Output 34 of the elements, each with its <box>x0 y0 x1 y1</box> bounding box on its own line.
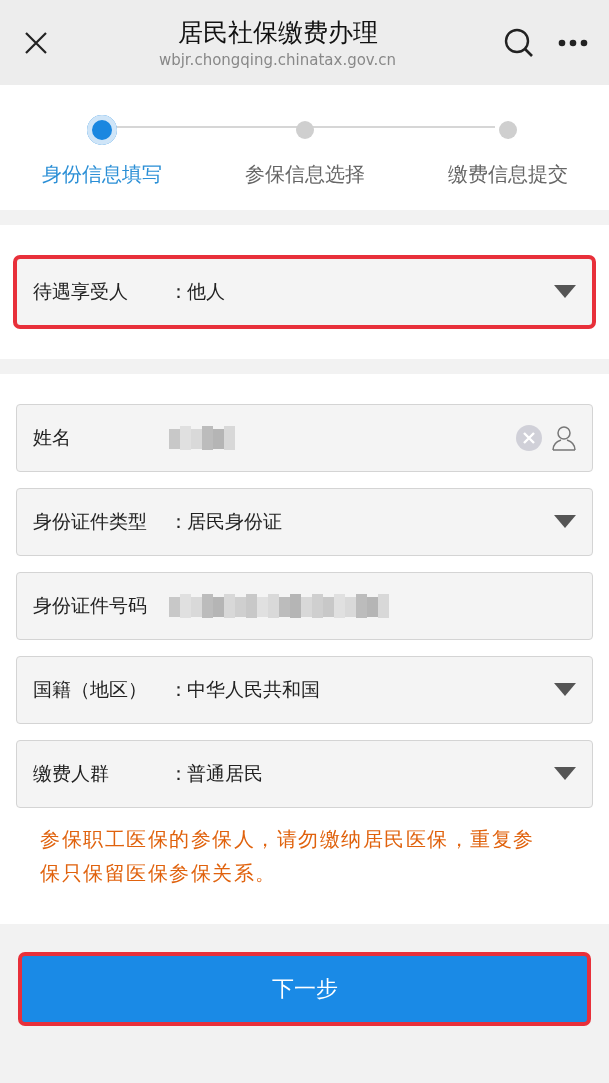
more-icon[interactable] <box>558 38 588 47</box>
input-field[interactable]: 身份证件号码 <box>16 572 593 640</box>
field-label: 待遇享受人 <box>33 279 129 304</box>
select-field[interactable]: 缴费人群 ：普通居民 <box>16 740 593 808</box>
page-title: 居民社保缴费办理 <box>177 17 378 49</box>
field-value: 普通居民 <box>187 761 264 786</box>
colon: ： <box>169 677 187 702</box>
dropdown-arrow-icon[interactable] <box>554 683 576 697</box>
colon: ： <box>169 761 187 786</box>
select-field[interactable]: 待遇享受人 ：他人 <box>16 258 593 326</box>
dropdown-arrow-icon[interactable] <box>554 285 576 299</box>
select-field[interactable]: 身份证件类型 ：居民身份证 <box>16 488 593 556</box>
field-label: 缴费人群 <box>33 761 110 786</box>
step-label: 缴费信息提交 <box>447 161 568 188</box>
close-icon[interactable] <box>24 30 48 55</box>
step-label: 身份信息填写 <box>41 161 162 188</box>
step-label: 参保信息选择 <box>244 161 365 188</box>
warning-text: 参保职工医保的参保人，请勿缴纳居民医保，重复参保只保留医保参保关系。 <box>39 826 536 887</box>
page-url: wbjr.chongqing.chinatax.gov.cn <box>158 51 397 69</box>
colon: ： <box>169 509 187 534</box>
input-field[interactable]: 姓名 <box>16 404 593 472</box>
field-label: 身份证件类型 <box>33 509 148 534</box>
person-icon[interactable] <box>552 425 576 451</box>
field-label: 国籍（地区） <box>33 677 148 702</box>
field-value: 他人 <box>187 279 226 304</box>
field-label: 身份证件号码 <box>33 593 148 618</box>
field-value: 居民身份证 <box>187 509 283 534</box>
dropdown-arrow-icon[interactable] <box>554 515 576 529</box>
select-field[interactable]: 国籍（地区） ：中华人民共和国 <box>16 656 593 724</box>
next-button[interactable]: 下一步 <box>20 954 589 1024</box>
dropdown-arrow-icon[interactable] <box>554 767 576 781</box>
colon: ： <box>169 279 187 304</box>
field-value: 中华人民共和国 <box>187 677 321 702</box>
field-label: 姓名 <box>33 425 72 450</box>
